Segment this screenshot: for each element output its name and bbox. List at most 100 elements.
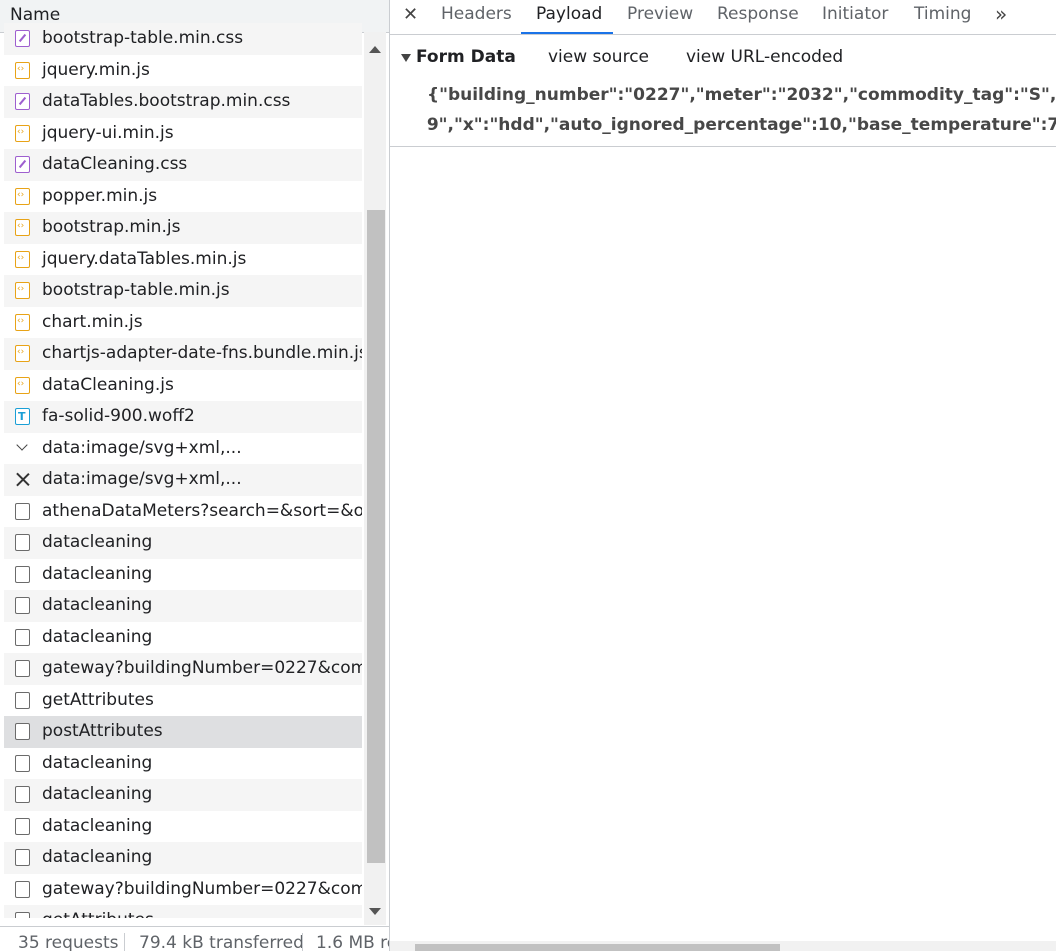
font-file-icon	[15, 401, 30, 432]
request-name: data:image/svg+xml,...	[42, 437, 242, 458]
request-row[interactable]: jquery-ui.min.js	[4, 117, 362, 149]
request-name: datacleaning	[42, 595, 153, 615]
request-name: datacleaning	[42, 815, 153, 836]
request-name: dataCleaning.css	[42, 154, 188, 174]
more-tabs-chevron-icon[interactable]: »	[995, 2, 1007, 26]
view-source-link[interactable]: view source	[548, 47, 649, 67]
request-row[interactable]: bootstrap-table.min.js	[4, 275, 362, 307]
request-row[interactable]: getAttributes	[4, 684, 362, 716]
document-file-icon	[15, 597, 30, 614]
request-row[interactable]: datacleaning	[4, 590, 362, 622]
form-data-section-header: Form Data view source view URL-encoded	[390, 44, 1056, 72]
collapse-triangle-icon[interactable]	[401, 54, 411, 62]
stylesheet-file-icon	[15, 93, 30, 110]
tab-headers[interactable]: Headers	[441, 4, 512, 24]
request-row[interactable]: datacleaning	[4, 558, 362, 590]
document-file-icon	[15, 502, 30, 520]
request-row[interactable]: getAttributes	[4, 905, 362, 918]
script-file-icon	[15, 307, 30, 337]
request-row[interactable]: dataTables.bootstrap.min.css	[4, 86, 362, 118]
script-file-icon	[15, 55, 30, 85]
request-name: bootstrap-table.min.css	[42, 28, 244, 48]
scroll-thumb[interactable]	[367, 210, 385, 863]
request-row[interactable]: datacleaning	[4, 810, 362, 842]
document-file-icon	[15, 628, 30, 646]
request-row[interactable]: bootstrap-table.min.css	[4, 23, 362, 55]
request-row[interactable]: dataCleaning.js	[4, 369, 362, 401]
document-file-icon	[15, 754, 30, 772]
tab-preview[interactable]: Preview	[627, 4, 693, 24]
request-row[interactable]: gateway?buildingNumber=0227&commodity	[4, 653, 362, 685]
tab-payload[interactable]: Payload	[536, 4, 602, 24]
form-data-payload: {"building_number":"0227","meter":"2032"…	[427, 80, 1056, 140]
request-name: gateway?buildingNumber=0227&commodity	[42, 658, 362, 678]
scroll-up-arrow-icon[interactable]	[369, 46, 381, 53]
request-row[interactable]: chart.min.js	[4, 306, 362, 338]
script-file-icon	[15, 244, 30, 274]
script-file-icon	[15, 338, 30, 368]
tab-response[interactable]: Response	[717, 4, 799, 24]
request-row[interactable]: chartjs-adapter-date-fns.bundle.min.js	[4, 338, 362, 370]
request-name: bootstrap.min.js	[42, 217, 181, 237]
close-icon	[15, 471, 30, 488]
request-name: dataCleaning.js	[42, 374, 174, 395]
request-name: jquery.min.js	[42, 59, 150, 80]
request-row[interactable]: data:image/svg+xml,...	[4, 464, 362, 496]
request-row[interactable]: gateway?buildingNumber=0227&commodity	[4, 873, 362, 905]
view-url-encoded-link[interactable]: view URL-encoded	[686, 47, 843, 67]
form-data-title[interactable]: Form Data	[416, 47, 516, 67]
request-name: datacleaning	[42, 752, 153, 773]
request-name: bootstrap-table.min.js	[42, 280, 230, 300]
script-file-icon	[15, 275, 30, 305]
payload-line: {"building_number":"0227","meter":"2032"…	[427, 85, 1056, 105]
chevron-down-icon	[15, 440, 30, 457]
request-name: getAttributes	[42, 689, 154, 710]
script-file-icon	[15, 118, 30, 148]
request-row[interactable]: popper.min.js	[4, 180, 362, 212]
tab-initiator[interactable]: Initiator	[822, 4, 888, 24]
request-name: datacleaning	[42, 847, 153, 867]
name-column-label: Name	[10, 5, 61, 25]
document-file-icon	[15, 817, 30, 835]
request-name: datacleaning	[42, 626, 153, 647]
scroll-down-arrow-icon[interactable]	[369, 908, 381, 915]
document-file-icon	[15, 880, 30, 898]
horizontal-scroll-thumb[interactable]	[415, 944, 780, 951]
request-row[interactable]: datacleaning	[4, 621, 362, 653]
request-name: postAttributes	[42, 721, 163, 741]
request-row[interactable]: jquery.min.js	[4, 54, 362, 86]
request-row[interactable]: postAttributes	[4, 716, 362, 748]
request-name: gateway?buildingNumber=0227&commodity	[42, 878, 362, 899]
document-file-icon	[15, 534, 30, 551]
request-row[interactable]: dataCleaning.css	[4, 149, 362, 181]
request-row[interactable]: data:image/svg+xml,...	[4, 432, 362, 464]
document-file-icon	[15, 849, 30, 866]
request-name: datacleaning	[42, 563, 153, 584]
document-file-icon	[15, 565, 30, 583]
horizontal-scrollbar[interactable]	[390, 941, 1056, 951]
resources-size: 1.6 MB resources	[316, 933, 389, 951]
request-name: popper.min.js	[42, 185, 158, 206]
request-name: chart.min.js	[42, 311, 143, 332]
details-tabbar: ✕ Headers Payload Preview Response Initi…	[390, 0, 1056, 35]
request-name: chartjs-adapter-date-fns.bundle.min.js	[42, 343, 362, 363]
request-name: fa-solid-900.woff2	[42, 406, 195, 426]
request-list-panel: Name bootstrap-table.min.css jquery.min.j…	[0, 0, 390, 951]
request-row[interactable]: datacleaning	[4, 747, 362, 779]
request-list-scrollbar[interactable]	[364, 32, 386, 925]
request-row[interactable]: bootstrap.min.js	[4, 212, 362, 244]
request-name: athenaDataMeters?search=&sort=&order=	[42, 500, 362, 521]
request-row[interactable]: datacleaning	[4, 527, 362, 559]
request-row[interactable]: jquery.dataTables.min.js	[4, 243, 362, 275]
script-file-icon	[15, 181, 30, 211]
request-row[interactable]: fa-solid-900.woff2	[4, 401, 362, 433]
tab-timing[interactable]: Timing	[914, 4, 971, 24]
request-row[interactable]: datacleaning	[4, 779, 362, 811]
request-row[interactable]: athenaDataMeters?search=&sort=&order=	[4, 495, 362, 527]
request-name: getAttributes	[42, 905, 154, 918]
request-row[interactable]: datacleaning	[4, 842, 362, 874]
stylesheet-file-icon	[15, 30, 30, 47]
details-panel: ✕ Headers Payload Preview Response Initi…	[390, 0, 1056, 951]
close-icon[interactable]: ✕	[403, 4, 418, 25]
request-name: jquery.dataTables.min.js	[42, 248, 247, 269]
